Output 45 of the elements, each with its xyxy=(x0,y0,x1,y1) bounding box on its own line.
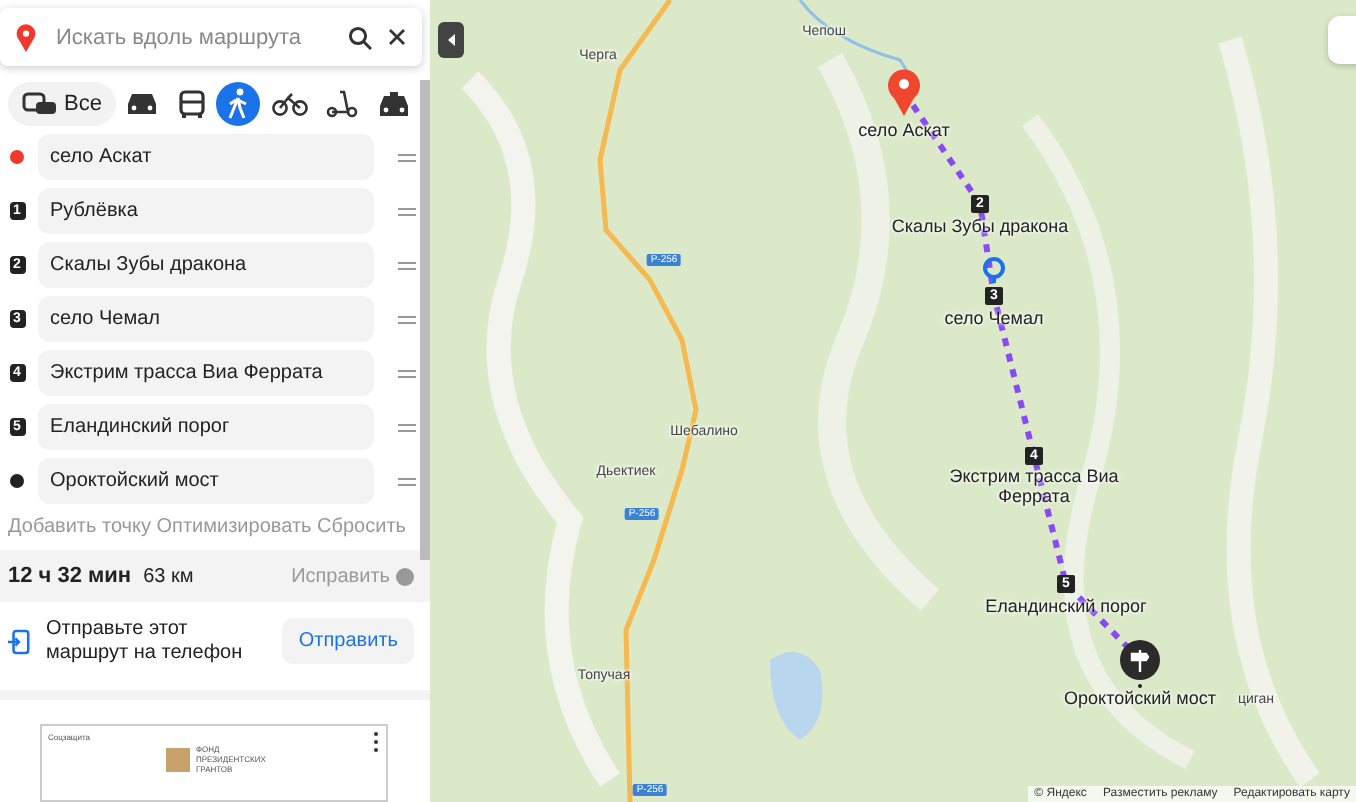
signpost-pin-icon xyxy=(1120,640,1160,688)
bus-icon xyxy=(177,90,206,119)
map-stop-label: село Чемал xyxy=(944,308,1044,328)
drag-handle-icon[interactable] xyxy=(398,423,416,432)
send-button[interactable]: Отправить xyxy=(282,618,414,665)
map-stop-label: село Аскат xyxy=(858,120,950,140)
drag-handle-icon[interactable] xyxy=(398,369,416,378)
transport-icon xyxy=(22,90,58,119)
phone-icon xyxy=(8,627,31,656)
location-pin-icon xyxy=(16,23,36,52)
caret-icon xyxy=(447,34,455,46)
scooter-icon xyxy=(326,90,359,119)
info-icon xyxy=(396,567,414,586)
map-stop-label: Еландинский порог xyxy=(985,596,1147,616)
location-ring-icon xyxy=(982,256,1006,284)
close-icon[interactable] xyxy=(388,28,406,47)
waypoint-field[interactable]: село Аскат xyxy=(38,134,374,181)
drag-handle-icon[interactable] xyxy=(398,477,416,486)
car-icon xyxy=(126,92,159,117)
route-distance: 63 км xyxy=(143,565,194,588)
collapse-panel-button[interactable] xyxy=(438,22,464,58)
drag-handle-icon[interactable] xyxy=(398,207,416,216)
taxi-icon xyxy=(377,91,410,118)
send-to-phone-text: Отправьте этот маршрут на телефон xyxy=(46,617,245,666)
waypoint-field[interactable]: Еландинский порог xyxy=(38,404,374,451)
drag-handle-icon[interactable] xyxy=(398,261,416,270)
waypoint-field[interactable]: Экстрим трасса Виа Феррата xyxy=(38,350,374,397)
waypoint-field[interactable]: село Чемал xyxy=(38,296,374,343)
map-stop-label: Ороктойский мост xyxy=(1064,688,1216,708)
logo-icon xyxy=(166,748,190,773)
search-field[interactable]: Искать вдоль маршрута xyxy=(52,23,332,52)
waypoint-field[interactable]: Ороктойский мост xyxy=(38,458,374,505)
search-icon[interactable] xyxy=(348,25,372,50)
waypoint-field[interactable]: Скалы Зубы дракона xyxy=(38,242,374,289)
map-stop-label: Скалы Зубы дракона xyxy=(891,216,1069,236)
map-stop-label: Экстрим трасса Виа Феррата xyxy=(947,468,1121,508)
drag-handle-icon[interactable] xyxy=(398,315,416,324)
transport-mode-tab[interactable]: Все xyxy=(8,82,116,127)
scrollbar[interactable] xyxy=(420,80,430,560)
drag-handle-icon[interactable] xyxy=(398,153,416,162)
location-pin-icon xyxy=(886,68,922,116)
route-time: 12 ч 32 мин xyxy=(8,564,132,589)
bicycle-icon xyxy=(271,92,308,117)
waypoint-field[interactable]: Рублёвка xyxy=(38,188,374,235)
walking-person-icon xyxy=(226,88,251,121)
